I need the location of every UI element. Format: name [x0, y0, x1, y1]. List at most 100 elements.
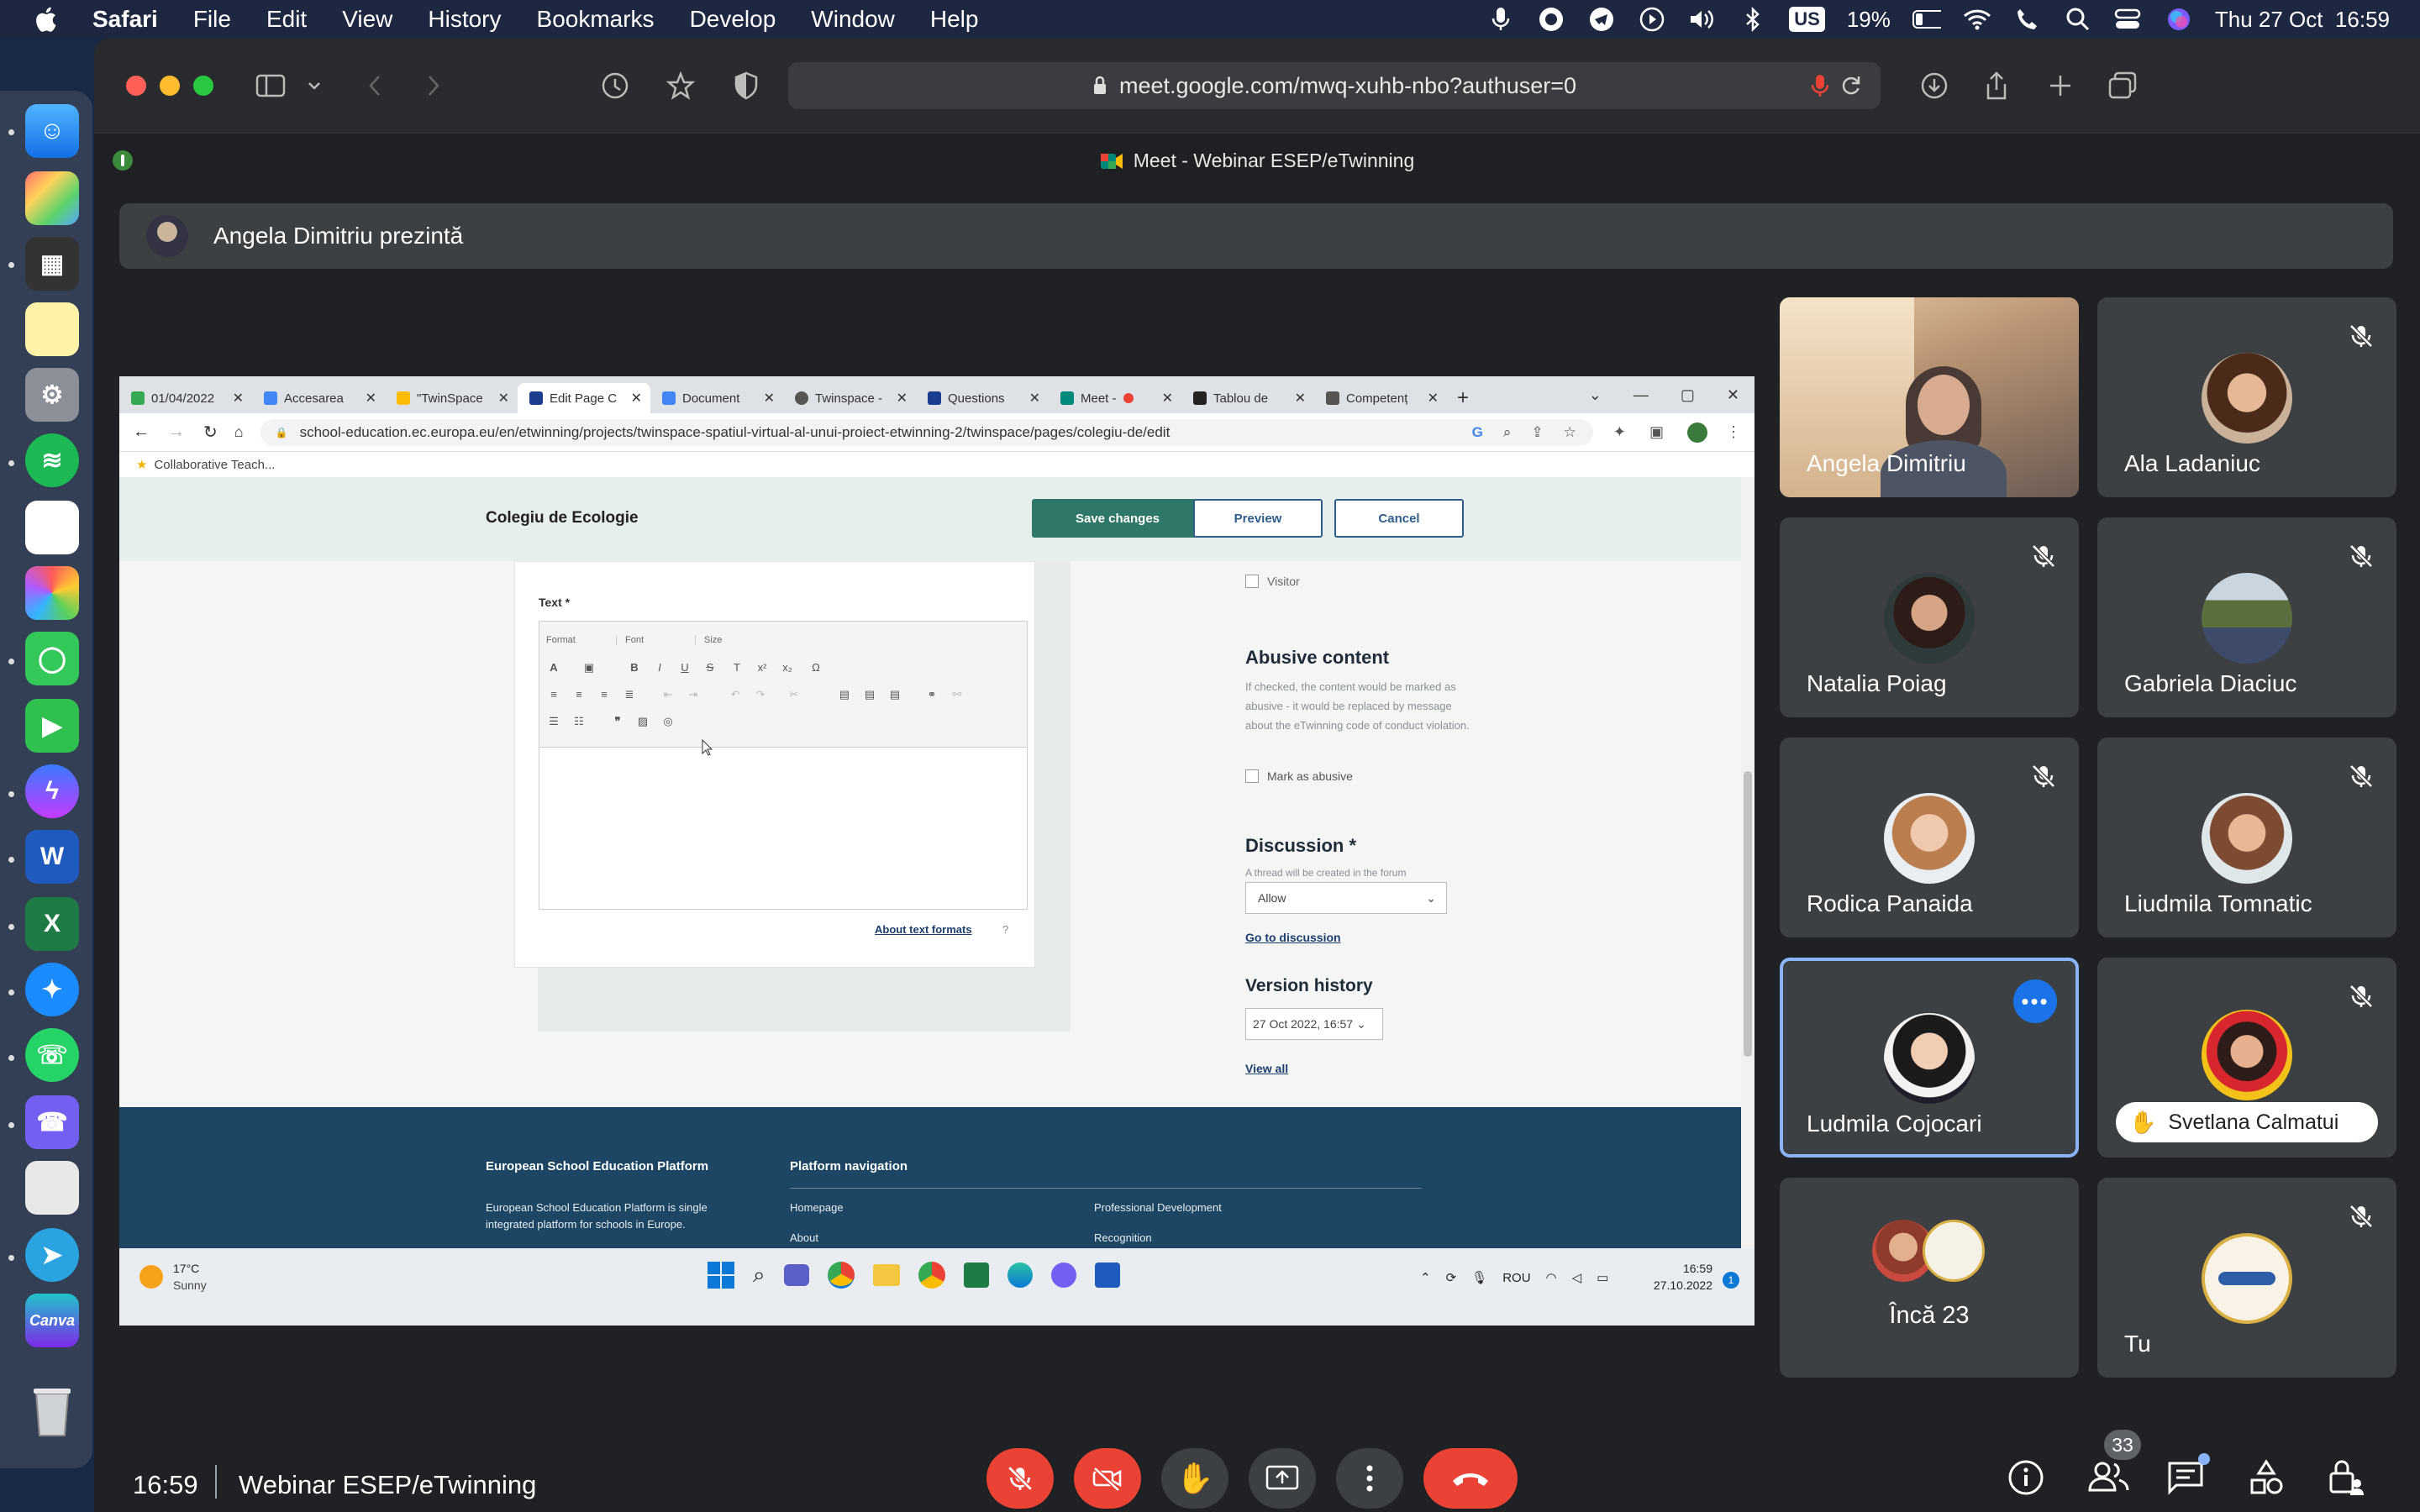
chrome-home-icon[interactable]: ⌂: [234, 423, 244, 441]
align-left-icon[interactable]: ≡: [548, 689, 560, 701]
visitor-option[interactable]: Visitor: [1245, 575, 1300, 588]
edge-taskbar-icon[interactable]: [1007, 1263, 1033, 1288]
menu-history[interactable]: History: [428, 6, 501, 33]
chrome-share-icon[interactable]: ⇪: [1531, 424, 1543, 441]
back-icon[interactable]: [358, 69, 392, 102]
downloads-icon[interactable]: [1918, 69, 1951, 102]
control-center-icon[interactable]: [2114, 5, 2143, 34]
phone-icon[interactable]: [2013, 5, 2042, 34]
extension-icon[interactable]: [106, 144, 139, 177]
address-bar[interactable]: meet.google.com/mwq-xuhb-nbo?authuser=0: [788, 62, 1881, 109]
mark-abusive-option[interactable]: Mark as abusive: [1245, 769, 1353, 783]
extensions-puzzle-icon[interactable]: ✦: [1613, 423, 1626, 441]
close-tab-icon[interactable]: ✕: [1428, 390, 1439, 407]
win-maximize-icon[interactable]: ▢: [1681, 386, 1695, 404]
menu-bookmarks[interactable]: Bookmarks: [537, 6, 655, 33]
viber-icon[interactable]: ☎: [25, 1095, 79, 1149]
paste-word-icon[interactable]: ▤: [889, 689, 901, 701]
footer-link[interactable]: Professional Development: [1094, 1201, 1222, 1214]
numbered-list-icon[interactable]: ☷: [573, 716, 585, 727]
tray-sync-icon[interactable]: ⟳: [1446, 1270, 1457, 1285]
close-tab-icon[interactable]: ✕: [1295, 390, 1306, 407]
remove-format-icon[interactable]: T: [731, 662, 743, 674]
finder-icon[interactable]: ☺: [25, 104, 79, 158]
teams-chat-icon[interactable]: [783, 1264, 809, 1286]
viber-taskbar-icon[interactable]: [1050, 1263, 1076, 1288]
raise-hand-button[interactable]: ✋: [1161, 1448, 1228, 1509]
chrome-tab[interactable]: Questions ✕: [916, 383, 1049, 413]
keyboard-layout-badge[interactable]: US: [1789, 7, 1825, 32]
menu-develop[interactable]: Develop: [690, 6, 776, 33]
printer-icon[interactable]: [25, 1161, 79, 1215]
battery-icon[interactable]: [1912, 5, 1941, 34]
subscript-icon[interactable]: x₂: [781, 662, 793, 674]
safari-icon[interactable]: ✦: [25, 963, 79, 1016]
chrome-omnibox[interactable]: 🔒 school-education.ec.europa.eu/en/etwin…: [260, 418, 1593, 446]
tray-wifi-icon[interactable]: ◠: [1546, 1270, 1557, 1285]
iframe-icon[interactable]: ◎: [662, 716, 674, 727]
chrome-tab[interactable]: "TwinSpace ✕: [385, 383, 518, 413]
format-select[interactable]: Format: [546, 635, 617, 645]
telegram-icon[interactable]: ➤: [25, 1228, 79, 1282]
telegram-status-icon[interactable]: [1587, 5, 1616, 34]
zoom-window-button[interactable]: [193, 76, 213, 96]
close-tab-icon[interactable]: ✕: [498, 390, 509, 407]
close-tab-icon[interactable]: ✕: [1162, 390, 1173, 407]
view-all-link[interactable]: View all: [1245, 1062, 1288, 1075]
chrome-taskbar-icon[interactable]: [827, 1262, 855, 1289]
preview-button[interactable]: Preview: [1193, 499, 1323, 538]
chrome-menu-icon[interactable]: ⋮: [1726, 423, 1741, 441]
chrome-tab[interactable]: Accesarea ✕: [252, 383, 385, 413]
messenger-icon[interactable]: ϟ: [25, 764, 79, 818]
text-color-icon[interactable]: A: [548, 662, 560, 674]
chrome-new-tab-icon[interactable]: +: [1447, 383, 1469, 413]
participant-tile[interactable]: Încă 23: [1780, 1178, 2079, 1378]
strikethrough-icon[interactable]: S: [704, 662, 716, 674]
paste-icon[interactable]: ▤: [839, 689, 850, 701]
host-controls-button[interactable]: [2326, 1457, 2368, 1499]
tray-chevron-icon[interactable]: ⌃: [1420, 1270, 1431, 1285]
chrome-tab-search-icon[interactable]: ⌄: [1589, 386, 1602, 404]
menu-window[interactable]: Window: [811, 6, 895, 33]
justify-icon[interactable]: ≣: [623, 689, 635, 701]
close-window-button[interactable]: [126, 76, 146, 96]
participant-tile[interactable]: Angela Dimitriu: [1780, 297, 2079, 497]
win-close-icon[interactable]: ✕: [1727, 386, 1739, 404]
close-tab-icon[interactable]: ✕: [366, 390, 376, 407]
word-icon[interactable]: W: [25, 830, 79, 884]
taskbar-search-icon[interactable]: ⌕: [753, 1262, 765, 1289]
rich-text-editor[interactable]: Format Font Size A ▣ B I U S T x² x₂ Ω ≡: [539, 621, 1028, 910]
footer-link[interactable]: Homepage: [790, 1201, 844, 1214]
special-char-icon[interactable]: Ω: [810, 662, 822, 674]
version-select[interactable]: 27 Oct 2022, 16:57 ⌄: [1245, 1008, 1383, 1040]
bg-color-icon[interactable]: ▣: [583, 662, 595, 674]
more-participants-label[interactable]: Încă 23: [1780, 1302, 2079, 1330]
leave-call-button[interactable]: [1423, 1448, 1518, 1509]
align-right-icon[interactable]: ≡: [598, 689, 610, 701]
size-select[interactable]: Size: [704, 635, 775, 645]
cut-icon[interactable]: ✂: [788, 689, 800, 701]
more-options-icon[interactable]: •••: [2013, 979, 2057, 1023]
visitor-checkbox[interactable]: [1245, 575, 1259, 588]
zoom-icon[interactable]: ⌕: [1503, 424, 1512, 441]
apple-logo-icon[interactable]: [32, 4, 62, 34]
wifi-icon[interactable]: [1963, 5, 1991, 34]
close-tab-icon[interactable]: ✕: [1029, 390, 1040, 407]
chrome-tab[interactable]: Twinspace - ✕: [783, 383, 916, 413]
close-tab-icon[interactable]: ✕: [764, 390, 775, 407]
chrome-back-icon[interactable]: ←: [133, 423, 150, 442]
tray-volume-icon[interactable]: ◁: [1572, 1270, 1582, 1285]
redo-icon[interactable]: ↷: [755, 689, 766, 701]
reminders-icon[interactable]: [25, 501, 79, 554]
menu-file[interactable]: File: [193, 6, 231, 33]
windows-start-icon[interactable]: [708, 1262, 734, 1289]
chat-button[interactable]: [2166, 1453, 2210, 1499]
volume-icon[interactable]: [1688, 5, 1717, 34]
launchpad-icon[interactable]: [25, 171, 79, 225]
about-text-formats-link[interactable]: About text formats: [875, 923, 972, 936]
messages-icon[interactable]: ◯: [25, 632, 79, 685]
toggle-mic-button[interactable]: [986, 1448, 1054, 1509]
photos-icon[interactable]: [25, 566, 79, 620]
mic-recording-icon[interactable]: [1812, 74, 1828, 97]
more-options-button[interactable]: [1336, 1448, 1403, 1509]
